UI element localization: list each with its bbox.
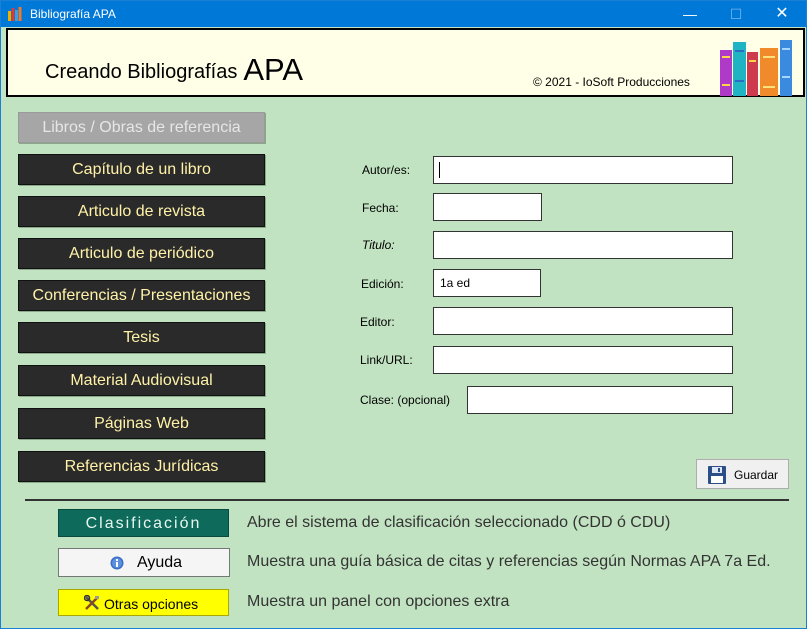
category-tesis-button[interactable]: Tesis bbox=[18, 322, 265, 353]
editor-input[interactable] bbox=[433, 307, 733, 335]
otras-button-label: Otras opciones bbox=[104, 596, 199, 612]
category-paginas-web-button[interactable]: Páginas Web bbox=[18, 408, 265, 439]
edicion-input[interactable]: 1a ed bbox=[433, 269, 541, 297]
link-input[interactable] bbox=[433, 346, 733, 374]
ayuda-description: Muestra una guía básica de citas y refer… bbox=[247, 553, 771, 570]
category-conferencias-button[interactable]: Conferencias / Presentaciones bbox=[18, 280, 265, 311]
clasificacion-description: Abre el sistema de clasificación selecci… bbox=[247, 514, 671, 531]
clasificacion-button[interactable]: Clasificación bbox=[58, 509, 229, 537]
category-revista-button[interactable]: Articulo de revista bbox=[18, 196, 265, 227]
save-button-label: Guardar bbox=[734, 468, 779, 482]
link-label: Link/URL: bbox=[360, 353, 413, 367]
editor-label: Editor: bbox=[360, 315, 395, 329]
category-juridicas-button[interactable]: Referencias Jurídicas bbox=[18, 451, 265, 482]
ayuda-button-label: Ayuda bbox=[137, 554, 183, 571]
otras-opciones-button[interactable]: Otras opciones bbox=[58, 589, 229, 616]
books-icon bbox=[720, 40, 792, 96]
edicion-label: Edición: bbox=[361, 277, 404, 291]
category-libros-button[interactable]: Libros / Obras de referencia bbox=[18, 112, 265, 143]
minimize-button[interactable]: — bbox=[667, 1, 713, 27]
category-capitulo-button[interactable]: Capítulo de un libro bbox=[18, 154, 265, 185]
banner-title-prefix: Creando Bibliografías bbox=[45, 61, 238, 83]
autor-input[interactable] bbox=[433, 156, 733, 184]
copyright-text: © 2021 - IoSoft Producciones bbox=[533, 75, 690, 89]
titulo-label: Titulo: bbox=[362, 238, 395, 252]
autor-label: Autor/es: bbox=[362, 163, 411, 177]
banner-title: Creando Bibliografías APA bbox=[45, 50, 304, 87]
tools-icon bbox=[84, 595, 99, 610]
window-title: Bibliografía APA bbox=[30, 7, 116, 21]
fecha-label: Fecha: bbox=[362, 201, 399, 215]
books-icon bbox=[8, 7, 22, 21]
maximize-button[interactable]: ☐ bbox=[713, 1, 759, 27]
floppy-disk-icon bbox=[708, 466, 726, 484]
header-banner: Creando Bibliografías APA © 2021 - IoSoft… bbox=[6, 28, 805, 97]
ayuda-button[interactable]: Ayuda bbox=[58, 548, 230, 577]
banner-title-apa: APA bbox=[243, 52, 304, 87]
title-bar[interactable]: Bibliografía APA — ☐ ✕ bbox=[1, 1, 806, 27]
titulo-input[interactable] bbox=[433, 231, 733, 259]
clase-label: Clase: (opcional) bbox=[360, 393, 451, 407]
text-caret bbox=[439, 162, 440, 178]
save-button[interactable]: Guardar bbox=[696, 459, 789, 489]
category-audiovisual-button[interactable]: Material Audiovisual bbox=[18, 365, 265, 396]
fecha-input[interactable] bbox=[433, 193, 542, 221]
info-icon bbox=[110, 556, 124, 570]
category-periodico-button[interactable]: Articulo de periódico bbox=[18, 238, 265, 269]
app-window: Bibliografía APA — ☐ ✕ Creando Bibliogra… bbox=[0, 0, 807, 629]
clase-input[interactable] bbox=[467, 386, 733, 414]
close-button[interactable]: ✕ bbox=[759, 1, 805, 27]
otras-description: Muestra un panel con opciones extra bbox=[247, 593, 510, 610]
divider bbox=[25, 499, 789, 501]
